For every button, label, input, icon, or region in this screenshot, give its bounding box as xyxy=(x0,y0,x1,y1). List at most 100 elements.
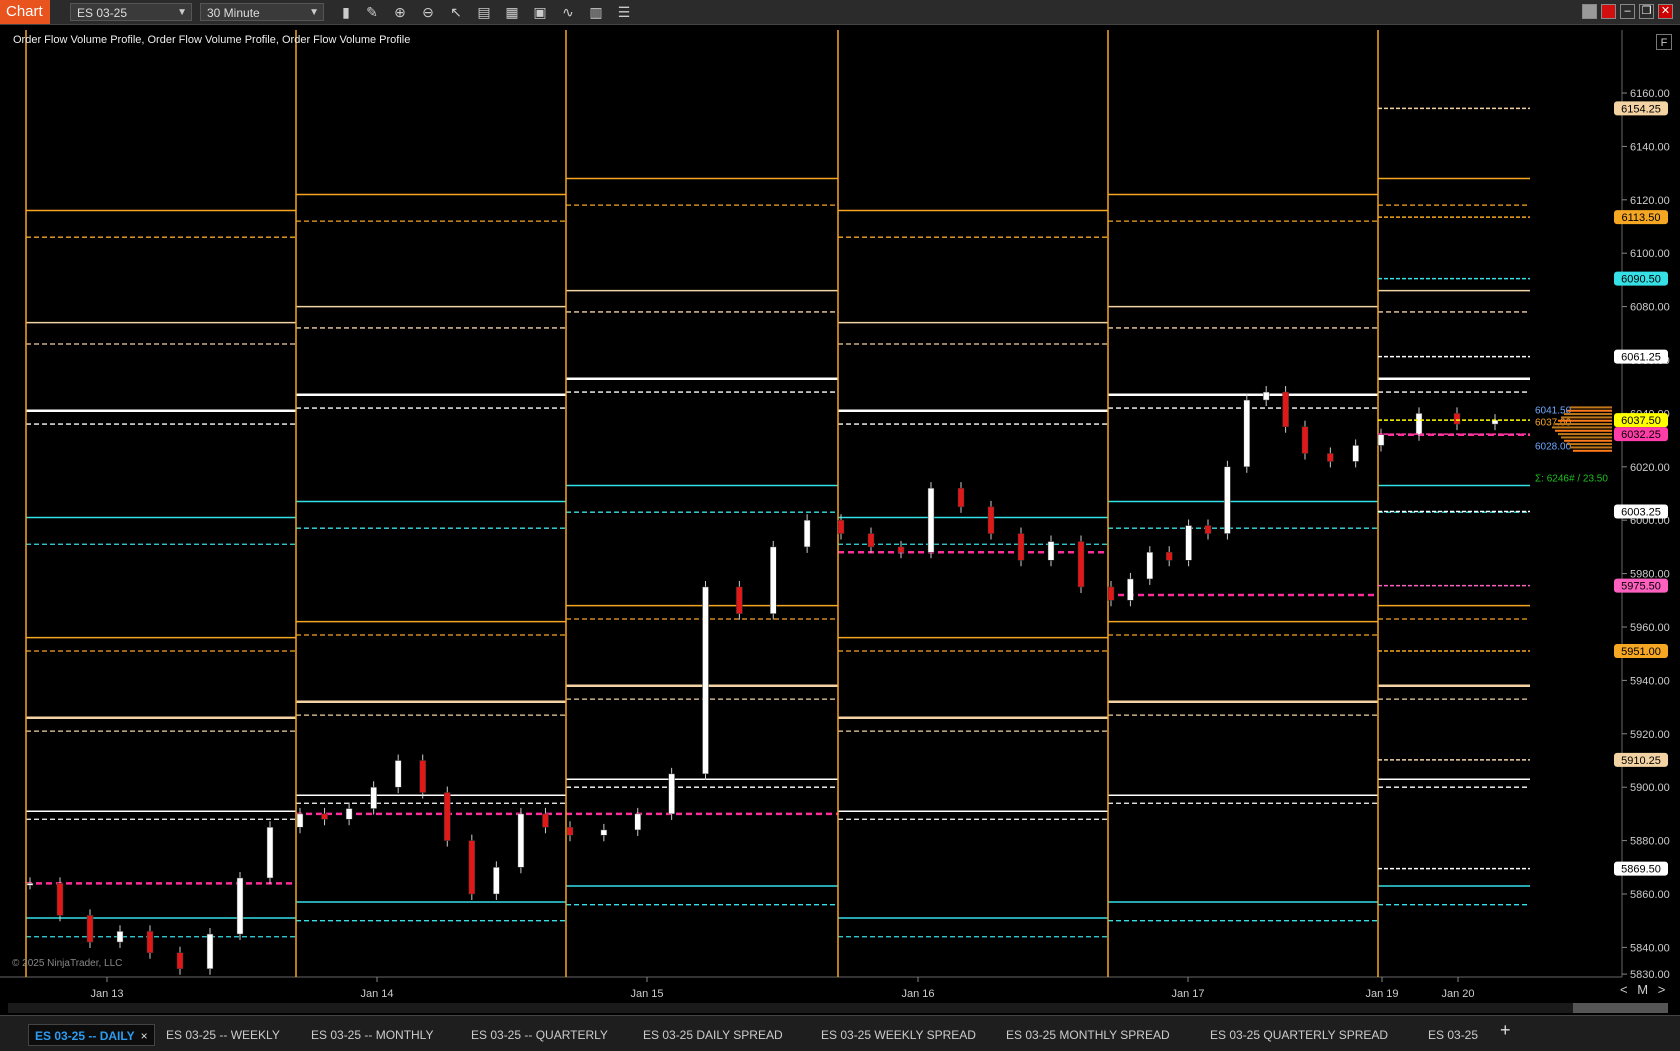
candle-body xyxy=(116,931,124,943)
candle-body xyxy=(1017,533,1025,561)
candle-body xyxy=(1243,399,1251,468)
tab-label: ES 03-25 -- QUARTERLY xyxy=(471,1028,608,1042)
price-marker-label: 5910.25 xyxy=(1621,755,1661,767)
price-marker-label: 6113.50 xyxy=(1622,212,1661,224)
candle-body xyxy=(897,546,905,553)
tab-label: ES 03-25 -- MONTHLY xyxy=(311,1028,434,1042)
y-tick-label: 5880.00 xyxy=(1630,836,1670,848)
instrument-selector[interactable]: ES 03-25 ▼ xyxy=(70,3,192,21)
pointer-icon[interactable]: ↖ xyxy=(446,3,466,21)
zoom-in-icon[interactable]: ⊕ xyxy=(390,3,410,21)
scrollbar-thumb[interactable] xyxy=(1573,1003,1668,1013)
candle-body xyxy=(394,760,402,788)
y-tick-label: 6100.00 xyxy=(1630,248,1670,260)
y-tick-label: 5860.00 xyxy=(1630,889,1670,901)
candle-body xyxy=(176,952,184,970)
candle-body xyxy=(493,867,500,895)
strategy-icon[interactable]: ▣ xyxy=(530,3,550,21)
candle-body xyxy=(634,813,641,831)
x-tick-label: Jan 16 xyxy=(901,988,934,1000)
price-chart[interactable]: 6160.006140.006120.006100.006080.006060.… xyxy=(0,25,1680,1015)
tab-item[interactable]: ES 03-25 -- QUARTERLY xyxy=(465,1024,614,1046)
price-marker-label: 5975.50 xyxy=(1621,581,1661,593)
interval-value: 30 Minute xyxy=(207,6,260,20)
f-button[interactable]: F xyxy=(1656,34,1672,50)
price-marker-label: 6003.25 xyxy=(1621,507,1661,519)
candle-body xyxy=(26,883,34,886)
tab-item[interactable]: ES 03-25 MONTHLY SPREAD xyxy=(1000,1024,1176,1046)
candle-body xyxy=(987,506,995,534)
scroll-right-button[interactable]: > xyxy=(1658,982,1666,997)
candle-body xyxy=(56,883,64,916)
minimize-icon[interactable]: – xyxy=(1620,4,1635,19)
candle-body xyxy=(86,915,94,943)
candle-body xyxy=(345,808,353,820)
horizontal-scrollbar[interactable] xyxy=(8,1003,1668,1013)
candle-body xyxy=(468,840,476,895)
tab-label: ES 03-25 MONTHLY SPREAD xyxy=(1006,1028,1170,1042)
tab-item[interactable]: ES 03-25 DAILY SPREAD xyxy=(637,1024,789,1046)
y-tick-label: 5830.00 xyxy=(1630,969,1670,981)
y-tick-label: 6020.00 xyxy=(1630,462,1670,474)
mode-button[interactable]: M xyxy=(1637,982,1648,997)
price-marker-label: 5951.00 xyxy=(1621,646,1661,658)
tab-item[interactable]: ES 03-25 -- WEEKLY xyxy=(160,1024,286,1046)
bar-type-icon[interactable]: ▮ xyxy=(336,3,356,21)
tab-item[interactable]: ES 03-25 QUARTERLY SPREAD xyxy=(1204,1024,1394,1046)
indicators-icon[interactable]: ∿ xyxy=(558,3,578,21)
candle-body xyxy=(517,813,525,868)
price-marker-label: 6032.25 xyxy=(1621,429,1661,441)
app-title[interactable]: Chart xyxy=(0,0,50,24)
tab-label: ES 03-25 xyxy=(1428,1028,1479,1042)
add-tab-button[interactable]: + xyxy=(1500,1020,1511,1041)
x-tick-label: Jan 19 xyxy=(1365,988,1398,1000)
price-marker-label: 6037.50 xyxy=(1621,415,1661,427)
candle-body xyxy=(1107,586,1115,601)
profile-histogram-bar xyxy=(1573,449,1612,452)
candle-body xyxy=(1204,525,1212,534)
tab-bar: ES 03-25 -- DAILY × ES 03-25 -- WEEKLY ES 0… xyxy=(0,1015,1680,1051)
candle-body xyxy=(1415,413,1423,436)
properties-icon[interactable]: ▦ xyxy=(502,3,522,21)
chevron-down-icon: ▼ xyxy=(177,7,187,18)
link-icon[interactable] xyxy=(1582,4,1597,19)
candle-body xyxy=(419,760,426,793)
profile-histogram-bar xyxy=(1561,416,1612,419)
profile-histogram-bar xyxy=(1570,406,1612,409)
maximize-icon[interactable]: ❐ xyxy=(1639,4,1654,19)
scroll-left-button[interactable]: < xyxy=(1620,982,1628,997)
candle-body xyxy=(296,813,304,828)
y-tick-label: 5960.00 xyxy=(1630,622,1670,634)
x-tick-label: Jan 20 xyxy=(1441,988,1474,1000)
chart-nav: < M > xyxy=(1620,982,1665,997)
profile-histogram-bar xyxy=(1555,423,1612,426)
list-icon[interactable]: ☰ xyxy=(614,3,634,21)
candle-body xyxy=(1077,541,1085,588)
candle-body xyxy=(542,813,549,828)
zoom-out-icon[interactable]: ⊖ xyxy=(418,3,438,21)
price-marker-label: 5869.50 xyxy=(1621,864,1661,876)
tab-item[interactable]: ES 03-25 -- DAILY × xyxy=(28,1024,155,1046)
close-icon[interactable]: ✕ xyxy=(1658,4,1673,19)
candle-body xyxy=(1047,541,1055,561)
instrument-link-icon[interactable] xyxy=(1601,4,1616,19)
candle-body xyxy=(1146,551,1154,580)
profile-histogram-bar xyxy=(1570,446,1612,449)
close-tab-icon[interactable]: × xyxy=(141,1029,148,1043)
tab-item[interactable]: ES 03-25 xyxy=(1422,1024,1484,1046)
profile-histogram-bar xyxy=(1567,443,1612,446)
candle-body xyxy=(770,546,777,614)
y-tick-label: 6120.00 xyxy=(1630,195,1670,207)
chart-trader-icon[interactable]: ▥ xyxy=(586,3,606,21)
profile-histogram-bar xyxy=(1567,409,1612,412)
candle-body xyxy=(1301,426,1309,454)
tab-item[interactable]: ES 03-25 WEEKLY SPREAD xyxy=(815,1024,982,1046)
price-marker-label: 6154.25 xyxy=(1621,103,1661,115)
profile-histogram-bar xyxy=(1558,419,1612,422)
data-box-icon[interactable]: ▤ xyxy=(474,3,494,21)
interval-selector[interactable]: 30 Minute ▼ xyxy=(200,3,324,21)
candle-body xyxy=(444,792,451,841)
candle-body xyxy=(702,586,709,775)
pencil-icon[interactable]: ✎ xyxy=(362,3,382,21)
tab-item[interactable]: ES 03-25 -- MONTHLY xyxy=(305,1024,439,1046)
